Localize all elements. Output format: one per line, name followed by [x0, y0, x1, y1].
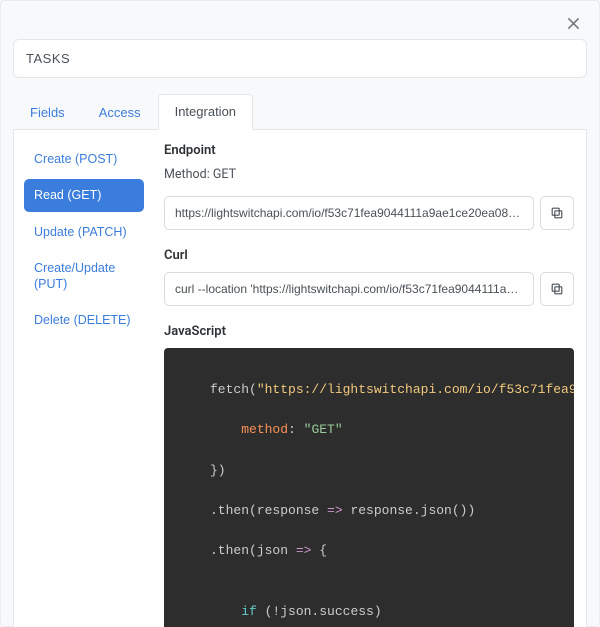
- http-method-nav: Create (POST) Read (GET) Update (PATCH) …: [14, 130, 154, 627]
- nav-update-patch[interactable]: Update (PATCH): [24, 216, 144, 248]
- code-token: .then(json: [210, 543, 296, 558]
- tab-fields[interactable]: Fields: [13, 94, 82, 130]
- code-token: (!json.success): [257, 604, 382, 619]
- endpoint-heading: Endpoint: [164, 143, 574, 158]
- javascript-code-block[interactable]: fetch("https://lightswitchapi.com/io/f53…: [164, 348, 574, 627]
- nav-read-get[interactable]: Read (GET): [24, 179, 144, 211]
- close-button[interactable]: [563, 13, 583, 33]
- code-token: .then(response: [210, 503, 327, 518]
- javascript-heading: JavaScript: [164, 324, 574, 339]
- copy-icon: [550, 282, 564, 296]
- code-token: response.json()): [343, 503, 476, 518]
- modal-panel: Fields Access Integration Create (POST) …: [0, 0, 600, 627]
- nav-create-update-put[interactable]: Create/Update (PUT): [24, 252, 144, 301]
- endpoint-url-input[interactable]: [164, 196, 534, 230]
- code-token: :: [288, 422, 304, 437]
- close-icon: [566, 16, 581, 31]
- code-token: method: [241, 422, 288, 437]
- code-token: "https://lightswitchapi.com/io/f53c71fea…: [257, 382, 574, 397]
- integration-panel: Create (POST) Read (GET) Update (PATCH) …: [13, 130, 587, 627]
- copy-endpoint-button[interactable]: [540, 196, 574, 230]
- copy-icon: [550, 206, 564, 220]
- nav-create-post[interactable]: Create (POST): [24, 143, 144, 175]
- endpoint-row: [164, 196, 574, 230]
- code-token: }): [210, 463, 226, 478]
- copy-curl-button[interactable]: [540, 272, 574, 306]
- curl-input[interactable]: [164, 272, 534, 306]
- tab-integration[interactable]: Integration: [158, 94, 253, 130]
- code-token: =>: [296, 543, 312, 558]
- code-token: if: [241, 604, 257, 619]
- modal-header: [13, 13, 587, 39]
- tab-bar: Fields Access Integration: [13, 94, 587, 130]
- integration-content: Endpoint Method: GET Curl: [154, 130, 586, 627]
- code-token: fetch(: [210, 382, 257, 397]
- structure-name-input[interactable]: [13, 39, 587, 78]
- code-token: {: [311, 543, 327, 558]
- nav-delete[interactable]: Delete (DELETE): [24, 304, 144, 336]
- tab-access[interactable]: Access: [82, 94, 158, 130]
- curl-row: [164, 272, 574, 306]
- code-token: =>: [327, 503, 343, 518]
- code-token: "GET": [304, 422, 343, 437]
- curl-heading: Curl: [164, 248, 574, 263]
- method-line: Method: GET: [164, 167, 574, 182]
